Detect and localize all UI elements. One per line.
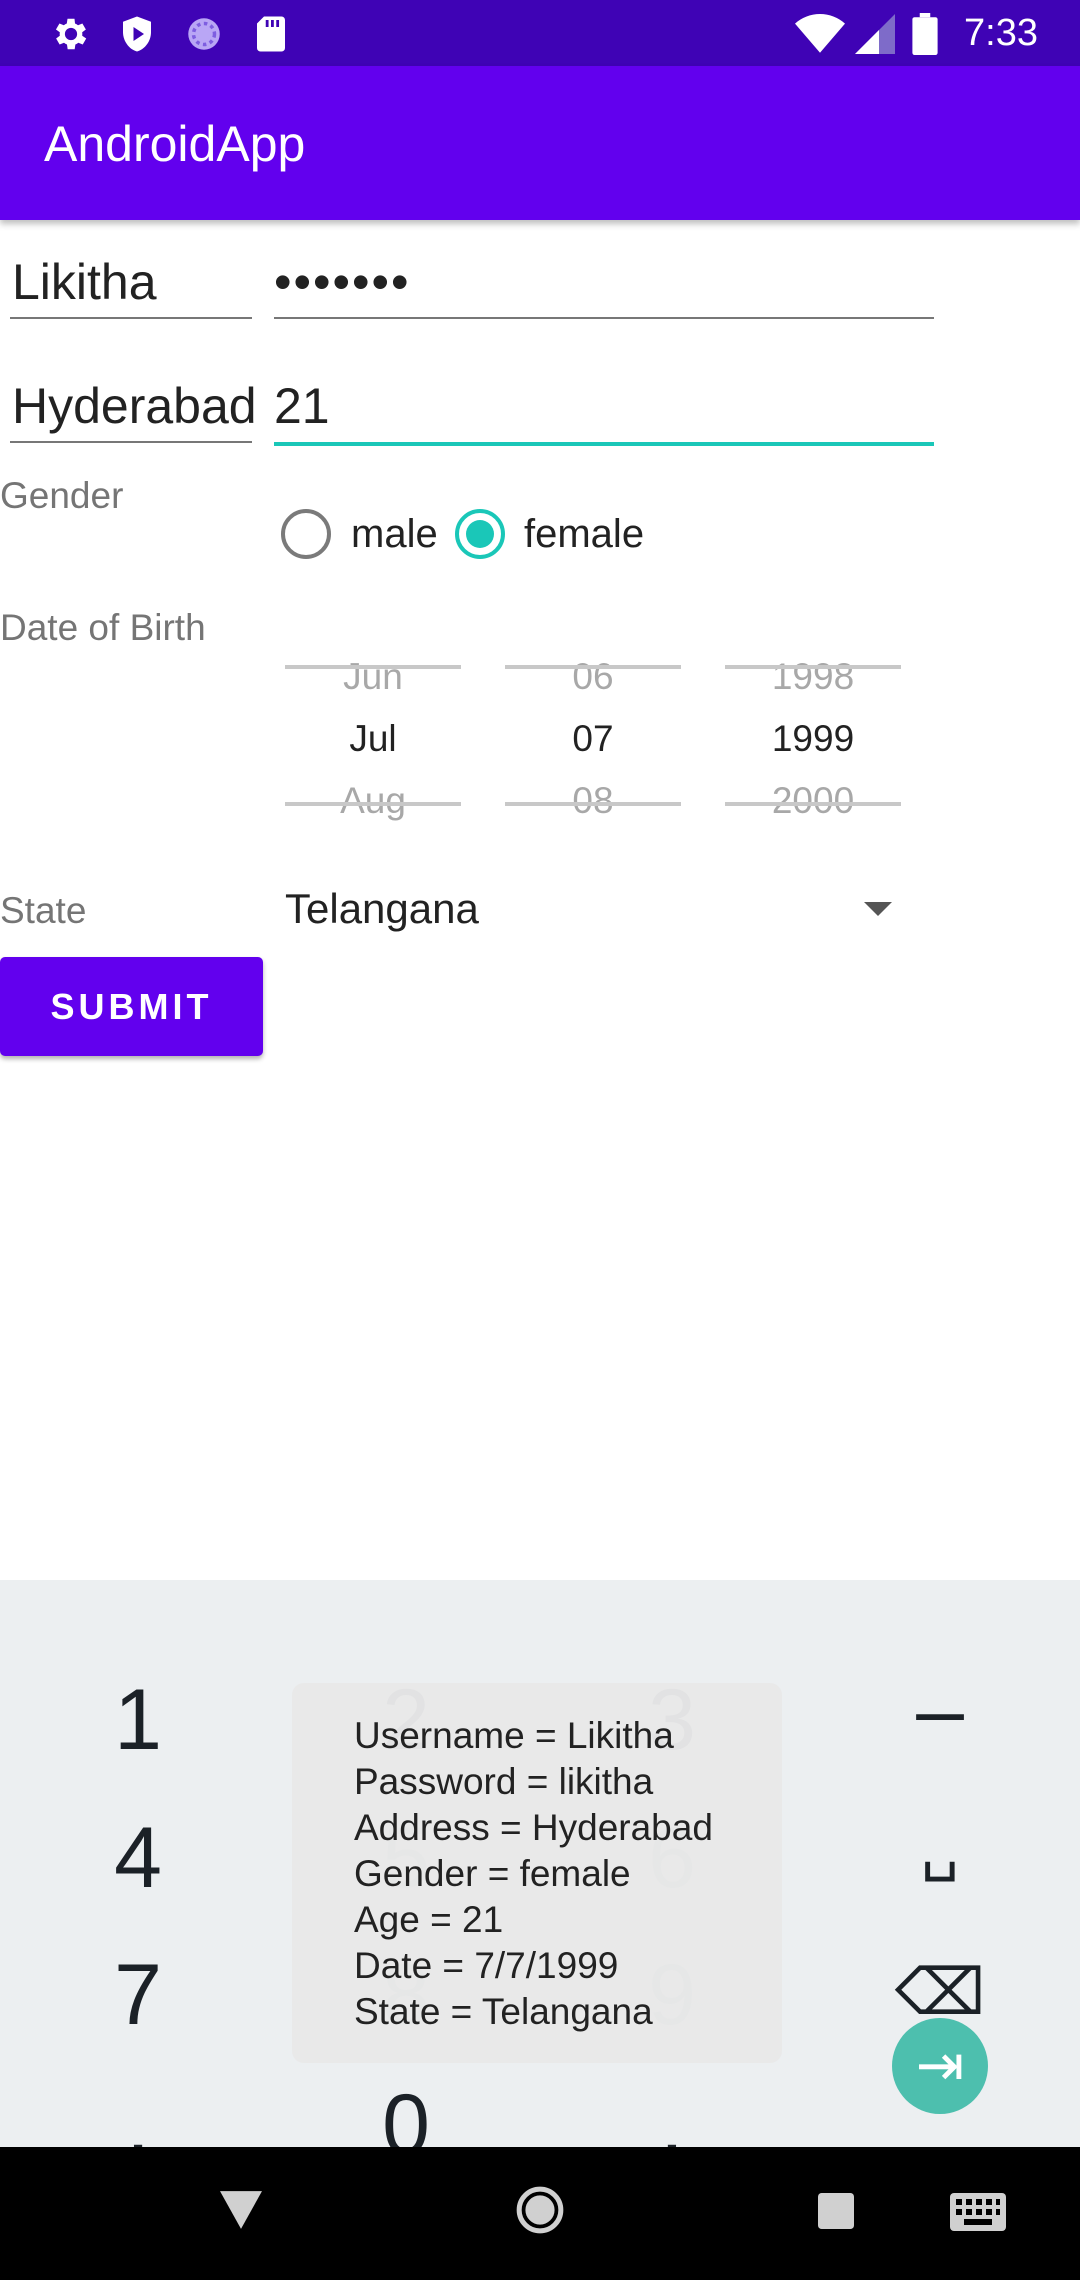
password-underline: [274, 317, 934, 319]
dob-month-next[interactable]: Aug: [285, 770, 461, 832]
back-down-icon[interactable]: [220, 2191, 262, 2229]
gender-radio-female-label[interactable]: female: [524, 509, 644, 559]
state-spinner[interactable]: Telangana: [285, 884, 479, 934]
sync-circle-icon: [188, 18, 220, 50]
battery-icon: [912, 13, 938, 55]
picker-divider: [285, 665, 461, 669]
radio-selected-dot: [466, 520, 494, 548]
picker-divider: [725, 665, 901, 669]
key-1[interactable]: 1: [38, 1670, 238, 1770]
key-space[interactable]: ␣: [840, 1798, 1040, 1898]
state-label: State: [0, 890, 87, 931]
dob-year-next[interactable]: 2000: [725, 770, 901, 832]
picker-divider: [725, 802, 901, 806]
recents-icon[interactable]: [818, 2193, 854, 2229]
age-input[interactable]: 21: [274, 376, 330, 436]
toast-line: Address = Hyderabad: [354, 1807, 713, 1848]
dropdown-caret-icon[interactable]: [864, 902, 892, 916]
dob-year-current[interactable]: 1999: [725, 708, 901, 770]
picker-divider: [505, 665, 681, 669]
toast-line: Username = Likitha: [354, 1715, 674, 1756]
home-icon[interactable]: [515, 2185, 565, 2235]
toast-line: State = Telangana: [354, 1991, 653, 2032]
gender-label: Gender: [0, 475, 124, 516]
dob-day-current[interactable]: 07: [505, 708, 681, 770]
wifi-icon: [795, 14, 845, 53]
dob-label: Date of Birth: [0, 607, 206, 648]
username-underline: [10, 317, 252, 319]
submit-button[interactable]: SUBMIT: [0, 957, 263, 1056]
gender-radio-male[interactable]: [281, 509, 331, 559]
next-tab-icon[interactable]: ⇥: [892, 2018, 988, 2114]
status-bar: 7:33: [0, 0, 1080, 66]
dob-year-prev[interactable]: 1998: [725, 646, 901, 708]
address-input[interactable]: Hyderabad: [12, 376, 257, 436]
navigation-bar: [0, 2147, 1080, 2280]
username-input[interactable]: Likitha: [12, 252, 157, 312]
dob-month-current[interactable]: Jul: [285, 708, 461, 770]
gender-radio-male-label[interactable]: male: [351, 509, 438, 559]
address-underline: [10, 441, 252, 443]
toast-line: Password = likitha: [354, 1761, 654, 1802]
password-input[interactable]: •••••••: [274, 252, 411, 312]
app-title: AndroidApp: [44, 116, 306, 172]
gender-radio-female[interactable]: [455, 509, 505, 559]
gear-icon: [55, 18, 87, 50]
dob-day-next[interactable]: 08: [505, 770, 681, 832]
key-7[interactable]: 7: [38, 1945, 238, 2045]
picker-divider: [505, 802, 681, 806]
toast-line: Age = 21: [354, 1899, 504, 1940]
keyboard-switch-icon[interactable]: [950, 2193, 1006, 2231]
sd-card-icon: [257, 16, 285, 52]
dob-month-prev[interactable]: Jun: [285, 646, 461, 708]
key-4[interactable]: 4: [38, 1808, 238, 1908]
age-underline: [274, 442, 934, 446]
dob-day-prev[interactable]: 06: [505, 646, 681, 708]
status-time: 7:33: [964, 12, 1038, 54]
key-dash[interactable]: –: [840, 1660, 1040, 1760]
toast-line: Date = 7/7/1999: [354, 1945, 619, 1986]
toast-message: Username = Likitha Password = likitha Ad…: [292, 1683, 782, 2063]
picker-divider: [285, 802, 461, 806]
shield-icon: [123, 16, 151, 52]
signal-icon: [855, 14, 895, 54]
toast-line: Gender = female: [354, 1853, 631, 1894]
